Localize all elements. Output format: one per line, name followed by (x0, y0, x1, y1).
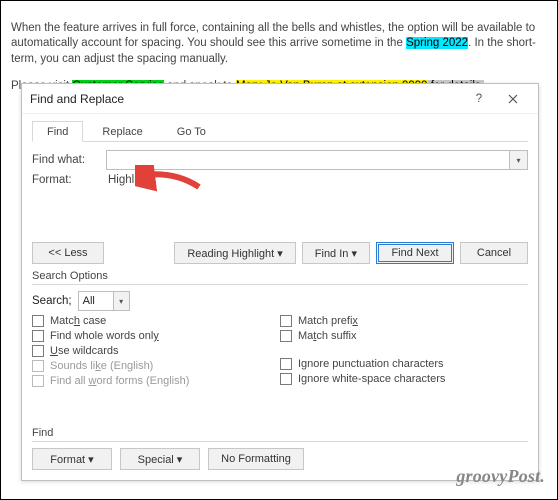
chevron-down-icon[interactable]: ▾ (509, 151, 527, 169)
check-match-case[interactable]: Match case (32, 315, 280, 327)
find-next-button[interactable]: Find Next (376, 242, 454, 264)
find-replace-dialog: Find and Replace ? Find Replace Go To Fi… (21, 83, 539, 481)
tab-replace[interactable]: Replace (87, 121, 157, 142)
search-direction-select[interactable]: All ▾ (78, 291, 130, 311)
check-ignore-whitespace[interactable]: Ignore white-space characters (280, 373, 528, 385)
find-in-button[interactable]: Find In ▾ (302, 242, 370, 264)
dialog-tabs: Find Replace Go To (32, 120, 528, 142)
check-ignore-punct[interactable]: Ignore punctuation characters (280, 358, 528, 370)
format-value: Highlight (106, 174, 153, 186)
dialog-titlebar: Find and Replace ? (22, 84, 538, 114)
find-section-title: Find (32, 427, 528, 442)
close-icon (508, 94, 518, 104)
dialog-title: Find and Replace (30, 92, 462, 106)
cancel-button[interactable]: Cancel (460, 242, 528, 264)
check-whole-words[interactable]: Find whole words only (32, 330, 280, 342)
search-options-title: Search Options (32, 270, 528, 285)
find-what-combo[interactable]: ▾ (106, 150, 528, 170)
search-label: Search; (32, 295, 72, 307)
check-word-forms[interactable]: Find all word forms (English) (32, 375, 280, 387)
tab-goto[interactable]: Go To (162, 121, 221, 142)
check-match-suffix[interactable]: Match suffix (280, 330, 528, 342)
no-formatting-button[interactable]: No Formatting (208, 448, 304, 470)
check-use-wildcards[interactable]: Use wildcards (32, 345, 280, 357)
format-button[interactable]: Format ▾ (32, 448, 112, 470)
check-match-prefix[interactable]: Match prefix (280, 315, 528, 327)
close-button[interactable] (496, 86, 530, 112)
tab-find[interactable]: Find (32, 121, 83, 142)
search-direction-value: All (79, 292, 113, 310)
highlight-cyan: Spring 2022 (406, 37, 468, 49)
help-button[interactable]: ? (462, 86, 496, 112)
find-what-input[interactable] (107, 151, 509, 169)
doc-paragraph-1: When the feature arrives in full force, … (11, 21, 547, 68)
format-label: Format: (32, 174, 106, 186)
less-button[interactable]: << Less (32, 242, 104, 264)
reading-highlight-button[interactable]: Reading Highlight ▾ (174, 242, 295, 264)
watermark: groovyPost. (456, 466, 545, 487)
find-what-label: Find what: (32, 154, 106, 166)
chevron-down-icon[interactable]: ▾ (113, 292, 129, 310)
check-sounds-like[interactable]: Sounds like (English) (32, 360, 280, 372)
special-button[interactable]: Special ▾ (120, 448, 200, 470)
